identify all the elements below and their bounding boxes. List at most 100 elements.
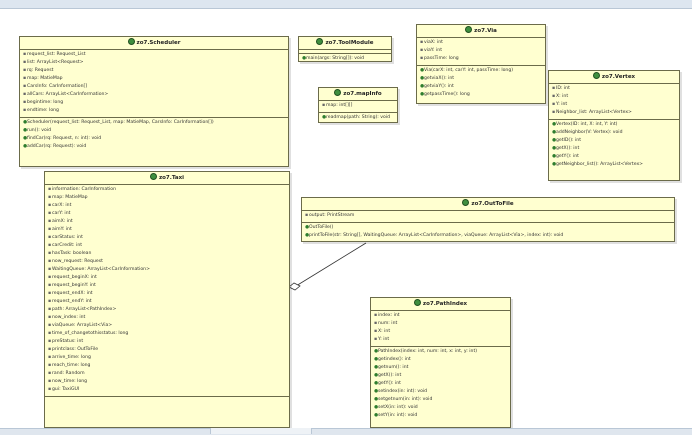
method-row[interactable]: ●main(args: String[]): void [299, 55, 391, 61]
attribute-row[interactable]: ▪request_endX: int [45, 290, 289, 298]
class-box-vertex[interactable]: zo7.Vertex ▪ID: int ▪X: int ▪Y: int ▪Neighbo… [548, 70, 680, 181]
attribute-row[interactable]: ▪CarsInfo: CarInformation[] [20, 83, 288, 91]
method-row[interactable]: ●Scheduler(request_list: Request_List, m… [20, 119, 288, 127]
attribute-row[interactable]: ▪X: int [371, 328, 510, 336]
attribute-row[interactable]: ▪carY: int [45, 210, 289, 218]
attribute-row[interactable]: ▪viaQueue: ArrayList<Via> [45, 322, 289, 330]
method-row[interactable]: ●getNeighbor_list(): ArrayList<Vertex> [549, 161, 679, 169]
method-row[interactable]: ●addNeighbor(V: Vertex): void [549, 129, 679, 137]
attribute-row[interactable]: ▪rand: Random [45, 370, 289, 378]
class-box-mapinfo[interactable]: zo7.mapInfo ▪map: int[][] ●readmap(path: S… [318, 87, 398, 123]
method-row[interactable]: ●OutToFile() [302, 224, 674, 232]
attribute-row[interactable]: ▪hasTask: boolean [45, 250, 289, 258]
attribute-row[interactable]: ▪X: int [549, 93, 679, 101]
attribute-row[interactable]: ▪viaX: int [417, 39, 545, 47]
attributes-section: ▪viaX: int ▪viaY: int ▪passTime: long [417, 38, 545, 66]
attribute-row[interactable]: ▪index: int [371, 312, 510, 320]
attribute-row[interactable]: ▪Y: int [371, 336, 510, 344]
class-title[interactable]: zo7.mapInfo [319, 88, 397, 101]
method-row[interactable]: ●setY(in: int): void [371, 412, 510, 420]
attribute-row[interactable]: ▪list: ArrayList<Request> [20, 59, 288, 67]
attribute-row[interactable]: ▪arrive_time: long [45, 354, 289, 362]
method-row[interactable]: ●addCar(rq: Request): void [20, 143, 288, 151]
attribute-row[interactable]: ▪output: PrintStream [302, 212, 674, 220]
attribute-row[interactable]: ▪reach_time: long [45, 362, 289, 370]
attribute-row[interactable]: ▪request_beginY: int [45, 282, 289, 290]
method-row[interactable]: ●getY(): int [371, 380, 510, 388]
class-box-pathindex[interactable]: zo7.PathIndex ▪index: int ▪num: int ▪X: int… [370, 297, 511, 428]
attribute-text: WaitingQueue: ArrayList<CarInformation> [52, 267, 150, 272]
class-box-taxi[interactable]: zo7.Taxi ▪information: CarInformation ▪map… [44, 171, 290, 428]
attribute-row[interactable]: ▪begintime: long [20, 99, 288, 107]
class-title[interactable]: zo7.Vertex [549, 71, 679, 84]
class-title[interactable]: zo7.Taxi [45, 172, 289, 185]
editor-bottom-tab[interactable] [210, 428, 312, 434]
attribute-row[interactable]: ▪WaitingQueue: ArrayList<CarInformation> [45, 266, 289, 274]
method-row[interactable]: ●getY(): int [549, 153, 679, 161]
method-row[interactable]: ●setindex(in: int): void [371, 388, 510, 396]
attribute-row[interactable]: ▪aimX: int [45, 218, 289, 226]
attribute-row[interactable]: ▪allCars: ArrayList<CarInformation> [20, 91, 288, 99]
attribute-row[interactable]: ▪rq: Request [20, 67, 288, 75]
attribute-row[interactable]: ▪printclass: OutToFile [45, 346, 289, 354]
attribute-row[interactable]: ▪request_list: Request_List [20, 51, 288, 59]
method-row[interactable]: ●getID(): int [549, 137, 679, 145]
attribute-row[interactable]: ▪aimY: int [45, 226, 289, 234]
class-box-toolmodule[interactable]: zo7.ToolModule ●main(args: String[]): voi… [298, 36, 392, 62]
method-row[interactable]: ●setX(in: int): void [371, 404, 510, 412]
attribute-row[interactable]: ▪carCredit: int [45, 242, 289, 250]
class-box-scheduler[interactable]: zo7.Scheduler ▪request_list: Request_List… [19, 36, 289, 167]
attribute-row[interactable]: ▪time_of_changetothisstatus: long [45, 330, 289, 338]
attribute-row[interactable]: ▪Y: int [549, 101, 679, 109]
attribute-row[interactable]: ▪map: MatieMap [45, 194, 289, 202]
attribute-row[interactable]: ▪request_endY: int [45, 298, 289, 306]
method-row[interactable]: ●readmap(path: String): void [319, 114, 397, 122]
class-title[interactable]: zo7.OutToFile [302, 198, 674, 211]
attribute-row[interactable]: ▪passTime: long [417, 55, 545, 63]
attribute-row[interactable]: ▪information: CarInformation [45, 186, 289, 194]
class-title[interactable]: zo7.ToolModule [299, 37, 391, 50]
attribute-row[interactable]: ▪now_time: long [45, 378, 289, 386]
attribute-text: endtime: long [27, 108, 59, 113]
class-title[interactable]: zo7.Via [417, 25, 545, 38]
method-row[interactable]: ●getpassTime(): long [417, 91, 545, 99]
method-row[interactable]: ●getviaY(): int [417, 83, 545, 91]
class-box-via[interactable]: zo7.Via ▪viaX: int ▪viaY: int ▪passTime: lo… [416, 24, 546, 104]
method-row[interactable]: ●getX(): int [371, 372, 510, 380]
attribute-row[interactable]: ▪now_request: Request [45, 258, 289, 266]
method-row[interactable]: ●getviaX(): int [417, 75, 545, 83]
attribute-row[interactable]: ▪ID: int [549, 85, 679, 93]
method-row[interactable]: ●printToFile(str: String[], WaitingQueue… [302, 232, 674, 240]
method-text: getviaY(): int [424, 84, 454, 89]
attribute-text: num: int [378, 321, 398, 326]
class-title[interactable]: zo7.Scheduler [20, 37, 288, 50]
method-row[interactable]: ●Via(carX: int, carY: int, passTime: lon… [417, 67, 545, 75]
attribute-row[interactable]: ▪endtime: long [20, 107, 288, 115]
method-row[interactable]: ●run(): void [20, 127, 288, 135]
attribute-row[interactable]: ▪viaY: int [417, 47, 545, 55]
attribute-row[interactable]: ▪map: MatieMap [20, 75, 288, 83]
attribute-row[interactable]: ▪gui: TaxiGUI [45, 386, 289, 394]
attribute-row[interactable]: ▪preStatus: int [45, 338, 289, 346]
class-box-outtofile[interactable]: zo7.OutToFile ▪output: PrintStream ●OutToF… [301, 197, 675, 242]
method-row[interactable]: ●getX(): int [549, 145, 679, 153]
attribute-row[interactable]: ▪now_index: int [45, 314, 289, 322]
attribute-row[interactable]: ▪path: ArrayList<PathIndex> [45, 306, 289, 314]
method-row[interactable]: ●getnum(): int [371, 364, 510, 372]
class-icon [592, 71, 600, 79]
attribute-row[interactable]: ▪carX: int [45, 202, 289, 210]
attribute-text: printclass: OutToFile [52, 347, 99, 352]
class-title[interactable]: zo7.PathIndex [371, 298, 510, 311]
method-row[interactable]: ●getindex(): int [371, 356, 510, 364]
attribute-row[interactable]: ▪carStatus: int [45, 234, 289, 242]
attribute-row[interactable]: ▪map: int[][] [319, 102, 397, 110]
attribute-text: viaY: int [424, 48, 443, 53]
method-row[interactable]: ●findCar(rq: Request, n: int): void [20, 135, 288, 143]
attribute-row[interactable]: ▪Neighbor_list: ArrayList<Vertex> [549, 109, 679, 117]
method-row[interactable]: ●PathIndex(index: int, num: int, x: int,… [371, 348, 510, 356]
attribute-row[interactable]: ▪request_beginX: int [45, 274, 289, 282]
method-text: getX(): int [556, 146, 580, 151]
method-row[interactable]: ●setgetnum(in: int): void [371, 396, 510, 404]
attribute-row[interactable]: ▪num: int [371, 320, 510, 328]
method-row[interactable]: ●Vertex(ID: int, X: int, Y: int) [549, 121, 679, 129]
